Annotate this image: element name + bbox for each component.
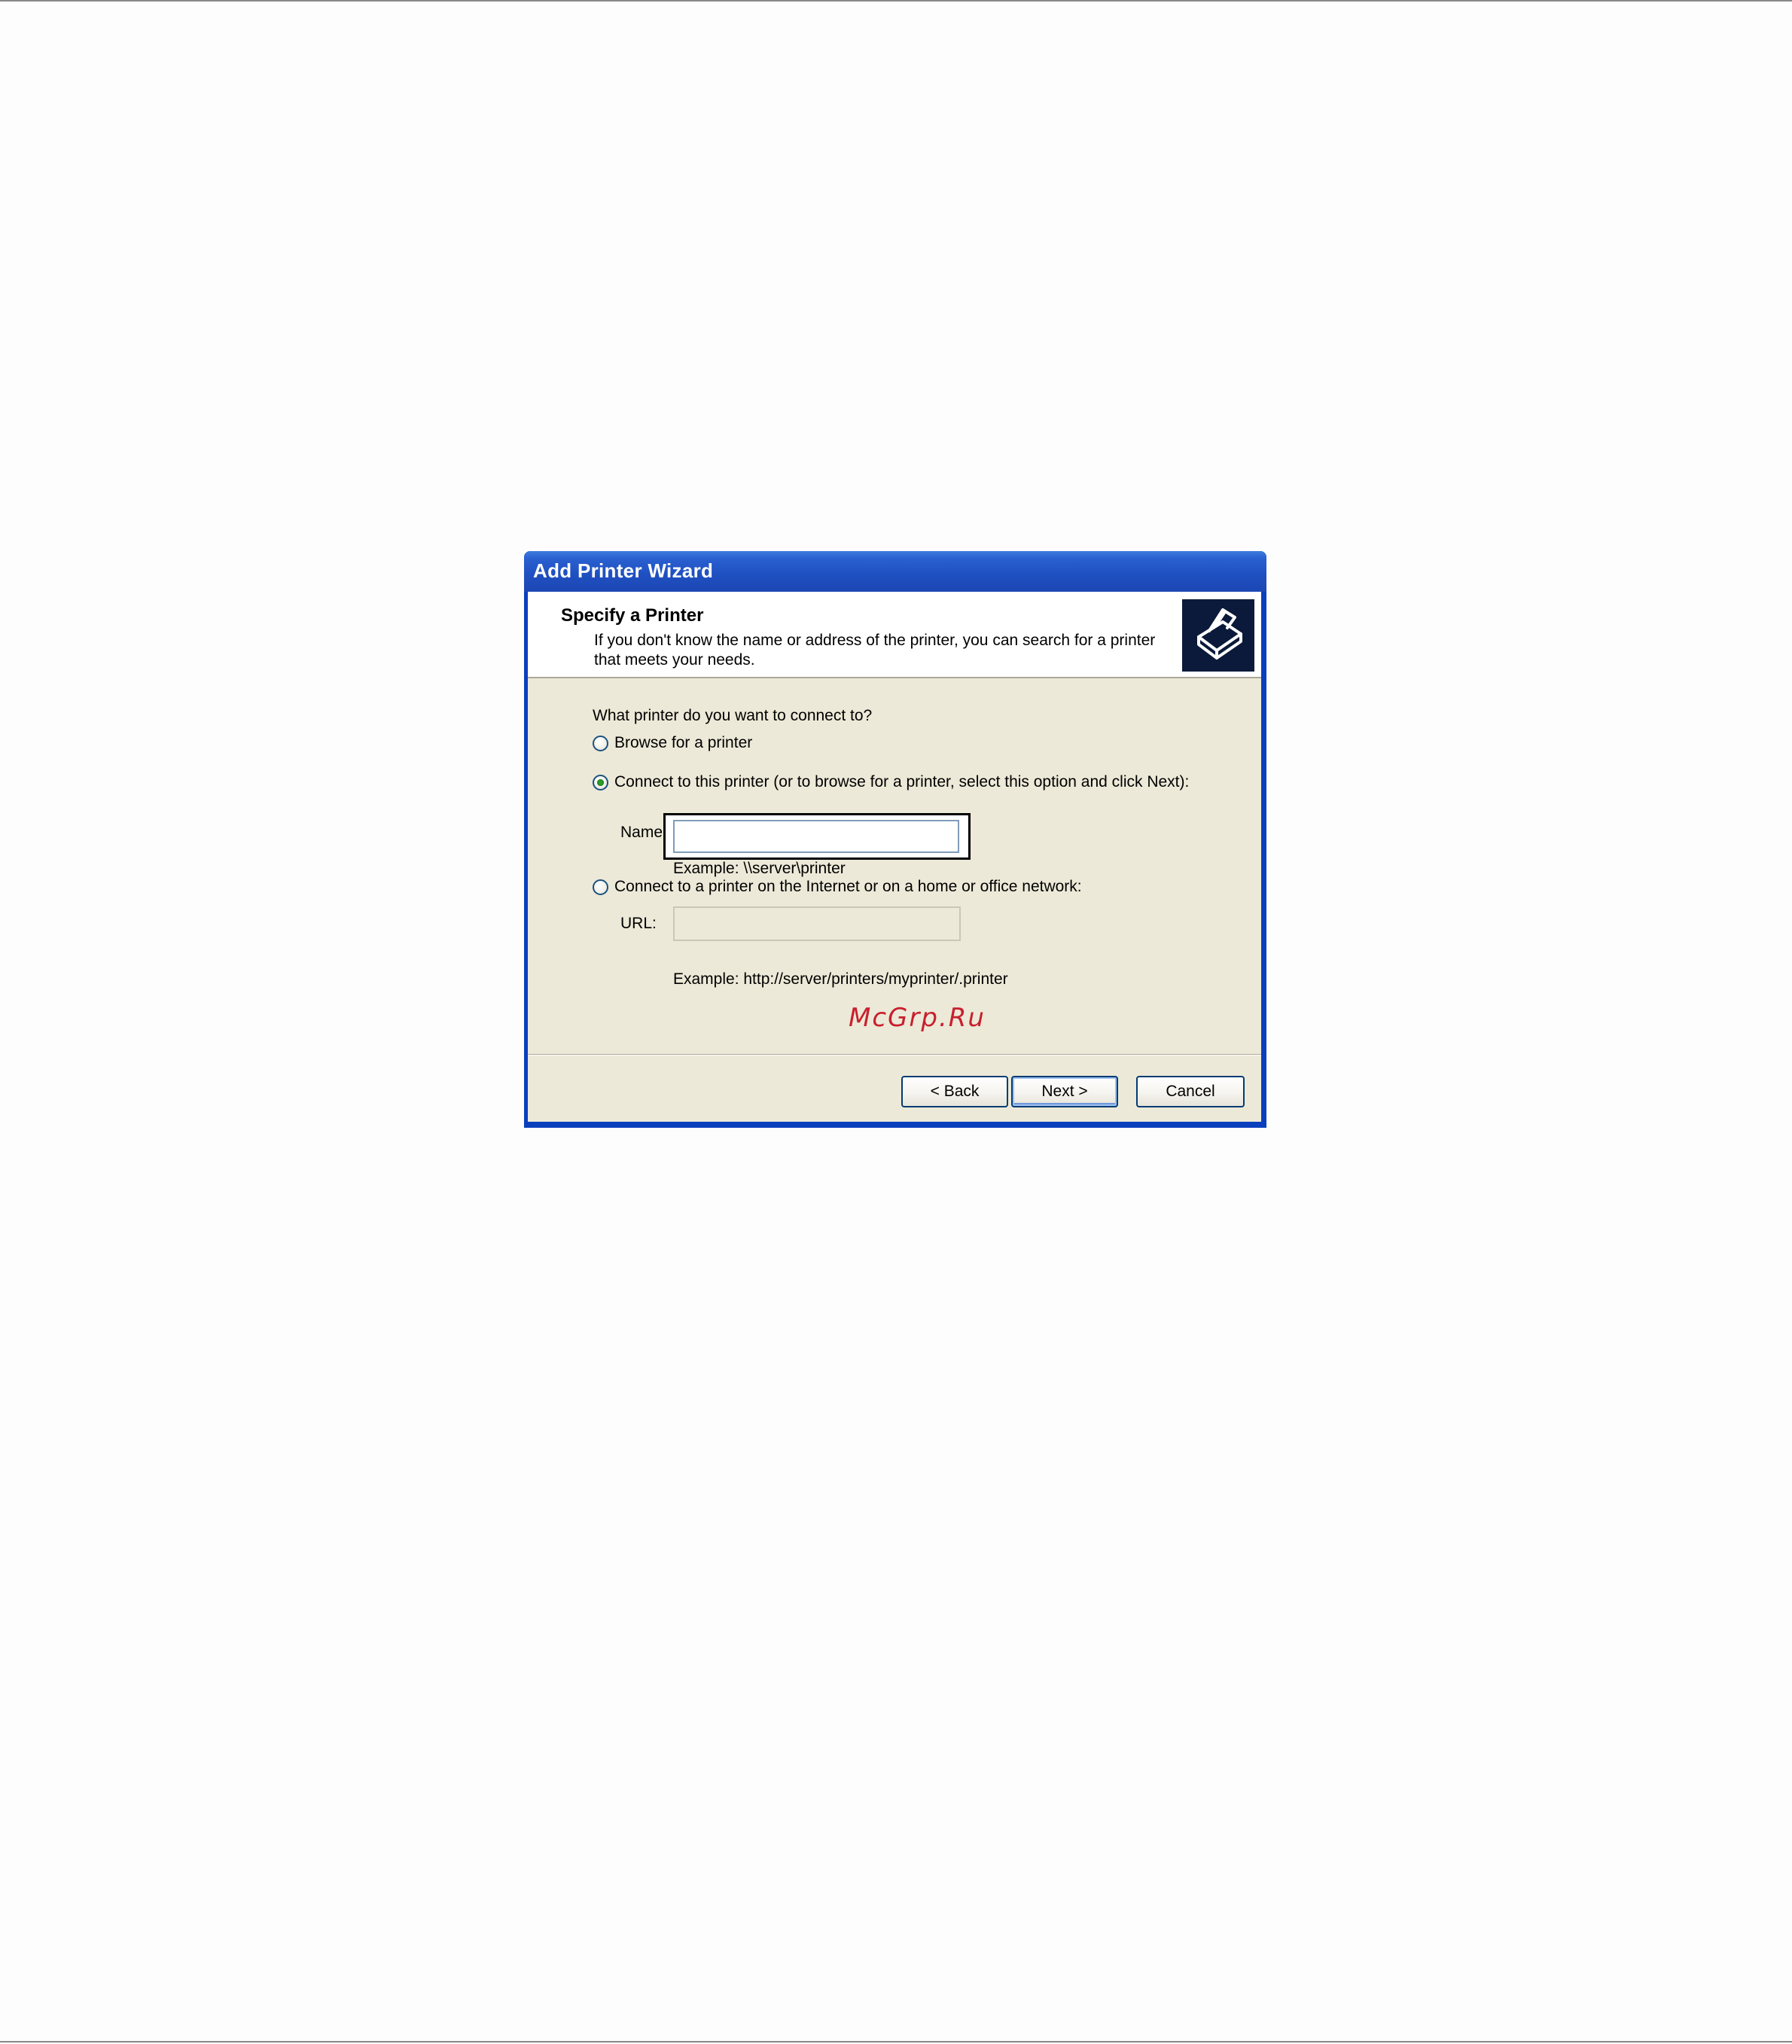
page-subtitle-line1: If you don't know the name or address of… — [594, 632, 1156, 649]
question-text: What printer do you want to connect to? — [593, 707, 873, 724]
add-printer-wizard-dialog: Add Printer Wizard Specify a Printer If … — [524, 551, 1266, 1128]
option-connect-internet[interactable]: Connect to a printer on the Internet or … — [593, 876, 1082, 898]
page-rule-top — [0, 0, 1792, 2]
page-title: Specify a Printer — [561, 605, 704, 626]
watermark-text: McGrp.Ru — [849, 1003, 986, 1033]
url-example: Example: http://server/printers/myprinte… — [673, 970, 1008, 988]
printer-icon — [1182, 599, 1254, 672]
url-label: URL: — [620, 915, 657, 932]
radio-connect-this[interactable] — [593, 774, 608, 790]
button-divider — [528, 1054, 1261, 1056]
page-subtitle: If you don't know the name or address of… — [594, 631, 1196, 670]
option-browse-label: Browse for a printer — [614, 734, 753, 751]
title-bar[interactable]: Add Printer Wizard — [524, 551, 1266, 592]
next-button[interactable]: Next > — [1011, 1076, 1118, 1107]
page-subtitle-line2: that meets your needs. — [594, 651, 755, 669]
radio-browse[interactable] — [593, 735, 608, 751]
cancel-button[interactable]: Cancel — [1136, 1076, 1245, 1107]
window-title: Add Printer Wizard — [533, 559, 714, 582]
dialog-client-area: Specify a Printer If you don't know the … — [528, 592, 1261, 1122]
option-connect-internet-label: Connect to a printer on the Internet or … — [614, 878, 1082, 895]
name-field-frame — [663, 813, 971, 860]
option-connect-this-label: Connect to this printer (or to browse fo… — [614, 773, 1190, 790]
url-input[interactable] — [673, 906, 961, 941]
radio-connect-internet[interactable] — [593, 879, 608, 895]
page-rule-bottom — [0, 2041, 1792, 2042]
wizard-header: Specify a Printer If you don't know the … — [528, 592, 1261, 678]
option-connect-this[interactable]: Connect to this printer (or to browse fo… — [593, 771, 1189, 794]
name-input[interactable] — [673, 820, 959, 853]
back-button[interactable]: < Back — [901, 1076, 1008, 1107]
option-browse[interactable]: Browse for a printer — [593, 732, 752, 754]
name-label: Name: — [620, 824, 667, 841]
